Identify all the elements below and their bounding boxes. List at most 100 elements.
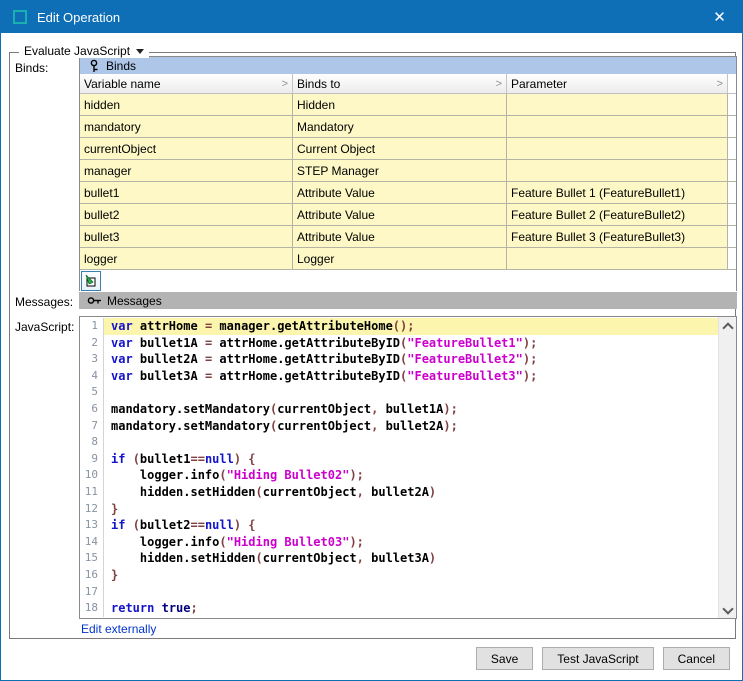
- binds-cell: mandatory: [80, 116, 293, 137]
- code-line[interactable]: 6mandatory.setMandatory(currentObject, b…: [80, 401, 718, 418]
- binds-cell: Attribute Value: [293, 182, 507, 203]
- column-header-variable-name[interactable]: Variable name>: [80, 74, 293, 93]
- code-text: logger.info("Hiding Bullet02");: [104, 467, 718, 484]
- code-text: }: [104, 567, 718, 584]
- code-text: var bullet1A = attrHome.getAttributeByID…: [104, 335, 718, 352]
- javascript-label: JavaScript:: [15, 320, 74, 334]
- binds-cell: Feature Bullet 2 (FeatureBullet2): [507, 204, 728, 225]
- binds-table-row[interactable]: mandatoryMandatory: [80, 116, 736, 138]
- line-number: 17: [80, 584, 104, 601]
- line-number: 12: [80, 501, 104, 518]
- line-number: 14: [80, 534, 104, 551]
- binds-table-row[interactable]: currentObjectCurrent Object: [80, 138, 736, 160]
- code-line[interactable]: 1var attrHome = manager.getAttributeHome…: [80, 318, 718, 335]
- binds-cell: [507, 248, 728, 269]
- vertical-scrollbar[interactable]: [718, 317, 736, 618]
- binds-table-row[interactable]: bullet3Attribute ValueFeature Bullet 3 (…: [80, 226, 736, 248]
- binds-label: Binds:: [15, 61, 48, 75]
- binds-panel: Binds Variable name>Binds to>Parameter> …: [79, 56, 737, 291]
- code-line[interactable]: 4var bullet3A = attrHome.getAttributeByI…: [80, 368, 718, 385]
- code-line[interactable]: 14 logger.info("Hiding Bullet03");: [80, 534, 718, 551]
- save-button[interactable]: Save: [476, 647, 533, 670]
- code-line[interactable]: 9if (bullet1==null) {: [80, 451, 718, 468]
- binds-cell: Logger: [293, 248, 507, 269]
- title-bar: Edit Operation ✕: [1, 1, 742, 33]
- code-text: var bullet3A = attrHome.getAttributeByID…: [104, 368, 718, 385]
- code-line[interactable]: 18return true;: [80, 600, 718, 617]
- binds-cell: bullet2: [80, 204, 293, 225]
- messages-panel: Messages: [79, 292, 737, 309]
- edit-externally-link[interactable]: Edit externally: [81, 622, 156, 636]
- sort-chevron-icon[interactable]: >: [496, 78, 502, 90]
- edit-binds-button[interactable]: [81, 271, 101, 291]
- binds-cell: [507, 94, 728, 115]
- binds-table-row[interactable]: managerSTEP Manager: [80, 160, 736, 182]
- code-text: var attrHome = manager.getAttributeHome(…: [104, 318, 718, 335]
- line-number: 13: [80, 517, 104, 534]
- column-header-parameter[interactable]: Parameter>: [507, 74, 728, 93]
- code-line[interactable]: 15 hidden.setHidden(currentObject, bulle…: [80, 550, 718, 567]
- line-number: 10: [80, 467, 104, 484]
- scroll-down-icon[interactable]: [719, 601, 736, 618]
- binds-footer: [80, 270, 736, 294]
- sort-chevron-icon[interactable]: >: [717, 78, 723, 90]
- line-number: 11: [80, 484, 104, 501]
- binds-cell: [507, 116, 728, 137]
- code-line[interactable]: 16}: [80, 567, 718, 584]
- code-text: hidden.setHidden(currentObject, bullet3A…: [104, 550, 718, 567]
- edit-operation-dialog: Edit Operation ✕ Evaluate JavaScript Bin…: [0, 0, 743, 681]
- code-line[interactable]: 8: [80, 434, 718, 451]
- code-text: [104, 384, 718, 401]
- code-text: if (bullet1==null) {: [104, 451, 718, 468]
- messages-section-header[interactable]: Messages: [79, 292, 737, 309]
- code-line[interactable]: 11 hidden.setHidden(currentObject, bulle…: [80, 484, 718, 501]
- binds-table-row[interactable]: bullet2Attribute ValueFeature Bullet 2 (…: [80, 204, 736, 226]
- line-number: 3: [80, 351, 104, 368]
- line-number: 16: [80, 567, 104, 584]
- code-text: hidden.setHidden(currentObject, bullet2A…: [104, 484, 718, 501]
- code-line[interactable]: 10 logger.info("Hiding Bullet02");: [80, 467, 718, 484]
- line-number: 1: [80, 318, 104, 335]
- binds-cell: Current Object: [293, 138, 507, 159]
- line-number: 4: [80, 368, 104, 385]
- sort-chevron-icon[interactable]: >: [282, 78, 288, 90]
- code-line[interactable]: 12}: [80, 501, 718, 518]
- operation-type-label: Evaluate JavaScript: [24, 44, 130, 58]
- binds-table-row[interactable]: bullet1Attribute ValueFeature Bullet 1 (…: [80, 182, 736, 204]
- cancel-button[interactable]: Cancel: [663, 647, 730, 670]
- code-line[interactable]: 13if (bullet2==null) {: [80, 517, 718, 534]
- key-horizontal-icon: [87, 294, 102, 307]
- binds-cell: Attribute Value: [293, 204, 507, 225]
- edit-binds-icon: [84, 274, 98, 288]
- code-area[interactable]: 1var attrHome = manager.getAttributeHome…: [80, 317, 718, 618]
- code-line[interactable]: 7mandatory.setMandatory(currentObject, b…: [80, 418, 718, 435]
- line-number: 5: [80, 384, 104, 401]
- code-line[interactable]: 5: [80, 384, 718, 401]
- scroll-up-icon[interactable]: [719, 317, 736, 334]
- binds-table-row[interactable]: loggerLogger: [80, 248, 736, 270]
- messages-section-title: Messages: [107, 294, 162, 308]
- binds-section-title: Binds: [106, 59, 136, 73]
- binds-cell: currentObject: [80, 138, 293, 159]
- javascript-editor[interactable]: 1var attrHome = manager.getAttributeHome…: [79, 316, 737, 619]
- binds-cell: [507, 160, 728, 181]
- binds-cell: Hidden: [293, 94, 507, 115]
- binds-table-body: hiddenHiddenmandatoryMandatorycurrentObj…: [80, 94, 736, 270]
- binds-table-row[interactable]: hiddenHidden: [80, 94, 736, 116]
- binds-cell: STEP Manager: [293, 160, 507, 181]
- operation-type-dropdown[interactable]: Evaluate JavaScript: [19, 44, 149, 58]
- binds-section-header[interactable]: Binds: [80, 57, 736, 74]
- line-number: 15: [80, 550, 104, 567]
- code-line[interactable]: 17: [80, 584, 718, 601]
- code-line[interactable]: 3var bullet2A = attrHome.getAttributeByI…: [80, 351, 718, 368]
- code-text: return true;: [104, 600, 718, 617]
- code-text: var bullet2A = attrHome.getAttributeByID…: [104, 351, 718, 368]
- test-javascript-button[interactable]: Test JavaScript: [542, 647, 653, 670]
- binds-table-header: Variable name>Binds to>Parameter>: [80, 74, 736, 94]
- close-button[interactable]: ✕: [697, 1, 742, 33]
- binds-cell: Feature Bullet 3 (FeatureBullet3): [507, 226, 728, 247]
- window-title: Edit Operation: [37, 10, 120, 25]
- code-line[interactable]: 2var bullet1A = attrHome.getAttributeByI…: [80, 335, 718, 352]
- code-text: if (bullet2==null) {: [104, 517, 718, 534]
- column-header-binds-to[interactable]: Binds to>: [293, 74, 507, 93]
